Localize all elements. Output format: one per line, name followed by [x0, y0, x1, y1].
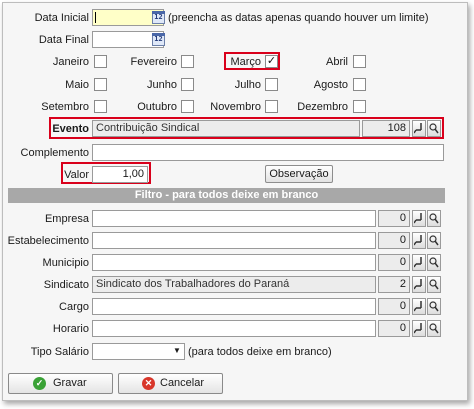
search-icon	[414, 213, 422, 224]
month-label-dezembro: Dezembro	[297, 101, 348, 113]
search-icon	[414, 257, 422, 268]
month-label-abril: Abril	[325, 56, 348, 68]
evento-search-button[interactable]	[412, 120, 426, 137]
month-checkbox-julho[interactable]	[265, 78, 278, 91]
month-label-novembro: Novembro	[210, 101, 261, 113]
month-label-maio: Maio	[65, 79, 89, 91]
empresa-description-field	[92, 210, 376, 227]
estabelecimento-search-button[interactable]	[412, 232, 426, 249]
horario-code-field[interactable]: 0	[378, 320, 410, 337]
estabelecimento-description-field	[92, 232, 376, 249]
cancel-button-label: Cancelar	[160, 377, 205, 389]
sindicato-magnify-button[interactable]	[427, 276, 441, 293]
horario-label: Horario	[52, 323, 89, 335]
evento-label: Evento	[52, 123, 89, 135]
date-hint: (preencha as datas apenas quando houver …	[168, 12, 429, 24]
estabelecimento-label: Estabelecimento	[7, 235, 89, 247]
final-date-label: Data Final	[38, 34, 89, 46]
evento-description-field: Contribuição Sindical	[92, 120, 360, 137]
initial-date-calendar-icon[interactable]: 12	[152, 11, 165, 24]
estabelecimento-magnify-button[interactable]	[427, 232, 441, 249]
text-cursor	[95, 12, 96, 23]
magnifier-icon	[429, 323, 439, 334]
month-checkbox-outubro[interactable]	[181, 100, 194, 113]
magnifier-icon	[429, 279, 439, 290]
complemento-label: Complemento	[20, 147, 89, 159]
tipo-salario-hint: (para todos deixe em branco)	[188, 346, 332, 358]
estabelecimento-code-field[interactable]: 0	[378, 232, 410, 249]
municipio-label: Municipio	[42, 257, 89, 269]
cargo-search-button[interactable]	[412, 298, 426, 315]
municipio-code-field[interactable]: 0	[378, 254, 410, 271]
month-checkbox-novembro[interactable]	[265, 100, 278, 113]
cancel-icon: ✕	[142, 377, 155, 390]
filter-section-header: Filtro - para todos deixe em branco	[8, 188, 445, 203]
month-checkbox-abril[interactable]	[353, 55, 366, 68]
month-checkbox-fevereiro[interactable]	[181, 55, 194, 68]
initial-date-label: Data Inicial	[34, 12, 89, 24]
observacao-button[interactable]: Observação	[265, 165, 333, 183]
sindicato-code-field[interactable]: 2	[378, 276, 410, 293]
save-button[interactable]: ✓ Gravar	[8, 373, 113, 394]
horario-search-button[interactable]	[412, 320, 426, 337]
form-panel: Data Inicial 12 (preencha as datas apena…	[2, 2, 468, 401]
empresa-label: Empresa	[44, 213, 89, 225]
sindicato-description-field: Sindicato dos Trabalhadores do Paraná	[92, 276, 376, 293]
search-icon	[414, 323, 422, 334]
complemento-input[interactable]	[92, 144, 444, 161]
valor-input[interactable]: 1,00	[92, 166, 148, 183]
municipio-search-button[interactable]	[412, 254, 426, 271]
cargo-magnify-button[interactable]	[427, 298, 441, 315]
dropdown-arrow-icon[interactable]: ▼	[173, 346, 181, 355]
month-checkbox-dezembro[interactable]	[353, 100, 366, 113]
tipo-salario-label: Tipo Salário	[30, 346, 89, 358]
evento-magnify-button[interactable]	[427, 120, 441, 137]
search-icon	[414, 123, 422, 134]
empresa-magnify-button[interactable]	[427, 210, 441, 227]
cargo-label: Cargo	[59, 301, 89, 313]
magnifier-icon	[429, 301, 439, 312]
search-icon	[414, 301, 422, 312]
month-label-marco: Março	[230, 56, 261, 68]
search-icon	[414, 235, 422, 246]
magnifier-icon	[429, 123, 439, 134]
final-date-calendar-icon[interactable]: 12	[152, 33, 165, 46]
month-label-fevereiro: Fevereiro	[130, 56, 177, 68]
cargo-description-field	[92, 298, 376, 315]
empresa-code-field[interactable]: 0	[378, 210, 410, 227]
save-button-label: Gravar	[53, 377, 87, 389]
empresa-search-button[interactable]	[412, 210, 426, 227]
cargo-code-field[interactable]: 0	[378, 298, 410, 315]
magnifier-icon	[429, 257, 439, 268]
search-icon	[414, 279, 422, 290]
month-label-outubro: Outubro	[137, 101, 177, 113]
tipo-salario-select[interactable]	[92, 343, 185, 360]
month-checkbox-agosto[interactable]	[353, 78, 366, 91]
month-label-junho: Junho	[147, 79, 177, 91]
check-icon: ✓	[33, 377, 46, 390]
month-label-agosto: Agosto	[313, 79, 348, 91]
valor-label: Valor	[64, 169, 89, 181]
magnifier-icon	[429, 213, 439, 224]
sindicato-label: Sindicato	[43, 279, 89, 291]
horario-magnify-button[interactable]	[427, 320, 441, 337]
month-checkbox-marco[interactable]: ✓	[265, 55, 278, 68]
magnifier-icon	[429, 235, 439, 246]
municipio-magnify-button[interactable]	[427, 254, 441, 271]
evento-code-field[interactable]: 108	[362, 120, 410, 137]
cancel-button[interactable]: ✕ Cancelar	[118, 373, 223, 394]
month-label-julho: Julho	[234, 79, 261, 91]
sindicato-search-button[interactable]	[412, 276, 426, 293]
municipio-description-field	[92, 254, 376, 271]
month-checkbox-junho[interactable]	[181, 78, 194, 91]
horario-description-field	[92, 320, 376, 337]
month-label-janeiro: Janeiro	[52, 56, 89, 68]
month-label-setembro: Setembro	[41, 101, 89, 113]
